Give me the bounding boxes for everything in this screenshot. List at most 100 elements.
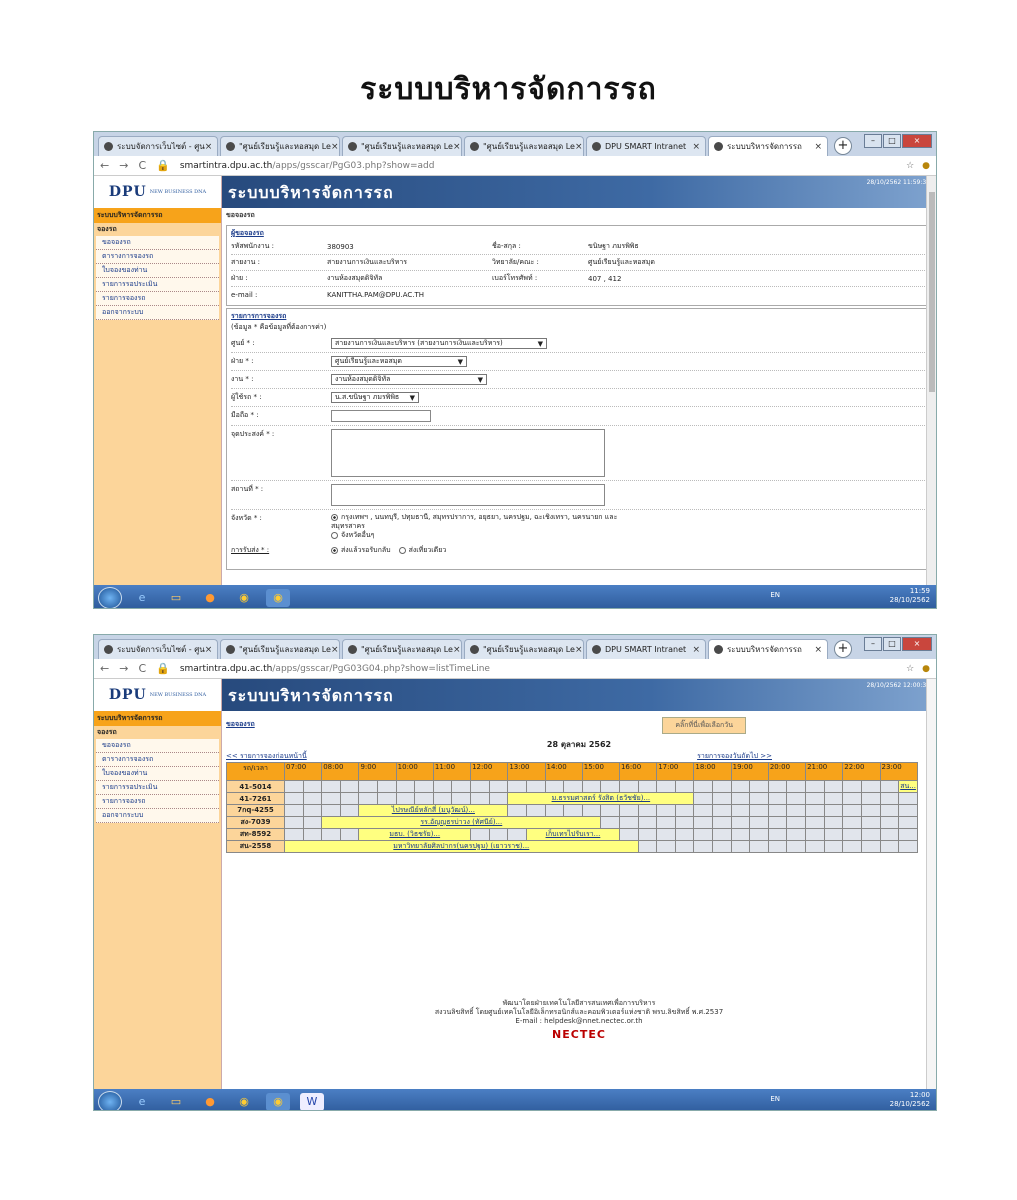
- deliver-option-roundtrip[interactable]: ส่งแล้วรอรับกลับ: [331, 545, 391, 556]
- close-icon[interactable]: ×: [331, 142, 339, 152]
- browser-tab[interactable]: "ศูนย์เรียนรู้และหอสมุด Le ×: [342, 136, 462, 156]
- booking-block[interactable]: รร.อัญญธรบ่าวง (ทัศนีย์)...: [321, 816, 602, 829]
- sidebar-item-pending-review[interactable]: รายการรอประเมิน: [96, 781, 219, 795]
- reload-icon[interactable]: C: [138, 662, 146, 675]
- purpose-textarea[interactable]: [331, 429, 605, 477]
- folder-icon[interactable]: ▭: [164, 589, 188, 607]
- close-icon[interactable]: ×: [205, 142, 213, 152]
- ie-icon[interactable]: e: [130, 1093, 154, 1111]
- firefox-icon[interactable]: ●: [198, 589, 222, 607]
- province-option-other[interactable]: จังหวัดอื่นๆ: [331, 531, 651, 540]
- profile-icon[interactable]: ●: [922, 664, 930, 674]
- sidebar-item-logout[interactable]: ออกจากระบบ: [96, 306, 219, 320]
- close-icon[interactable]: ×: [814, 142, 822, 152]
- sidebar-item-logout[interactable]: ออกจากระบบ: [96, 809, 219, 823]
- page-scrollbar[interactable]: [926, 176, 936, 585]
- booking-block[interactable]: สน...: [898, 780, 918, 793]
- language-indicator[interactable]: EN: [770, 591, 780, 600]
- start-button[interactable]: [98, 586, 122, 608]
- forward-icon[interactable]: →: [119, 159, 128, 172]
- url-field[interactable]: smartintra.dpu.ac.th/apps/gsscar/PgG03.p…: [180, 161, 898, 171]
- booking-block[interactable]: มธบ. (วิธชรัย)...: [358, 828, 472, 841]
- booking-block[interactable]: เก็บเทรไปรับเรา...: [525, 828, 620, 841]
- sidebar-item-schedule[interactable]: ตารางการจองรถ: [96, 250, 219, 264]
- sidebar-item-my-bookings[interactable]: ใบจองของท่าน: [96, 264, 219, 278]
- province-option-metro[interactable]: กรุงเทพฯ , นนทบุรี, ปทุมธานี, สมุทรปรากา…: [331, 513, 651, 531]
- close-icon[interactable]: ×: [692, 142, 700, 152]
- browser-tab[interactable]: "ศูนย์เรียนรู้และหอสมุด Le ×: [220, 639, 340, 659]
- deliver-option-oneway[interactable]: ส่งเที่ยวเดียว: [398, 545, 446, 556]
- sidebar-item-bookings[interactable]: รายการจองรถ: [96, 795, 219, 809]
- close-icon[interactable]: ×: [331, 645, 339, 655]
- radio-selected[interactable]: [331, 546, 338, 554]
- radio-selected[interactable]: [331, 513, 338, 521]
- free-slot: [712, 792, 732, 805]
- browser-tab[interactable]: DPU SMART Intranet ×: [586, 136, 706, 156]
- browser-tab[interactable]: "ศูนย์เรียนรู้และหอสมุด Le ×: [342, 639, 462, 659]
- url-field[interactable]: smartintra.dpu.ac.th/apps/gsscar/PgG03G0…: [180, 664, 898, 674]
- close-icon[interactable]: ×: [205, 645, 213, 655]
- forward-icon[interactable]: →: [119, 662, 128, 675]
- back-icon[interactable]: ←: [100, 159, 109, 172]
- browser-tab[interactable]: ระบบจัดการเว็บไซต์ - ศูน ×: [98, 136, 218, 156]
- close-window-button[interactable]: ×: [902, 637, 932, 651]
- prev-day-link[interactable]: << รายการจองก่อนหน้านี้: [226, 751, 307, 762]
- center-select[interactable]: สายงานการเงินและบริหาร (สายงานการเงินและ…: [331, 338, 547, 349]
- close-icon[interactable]: ×: [575, 142, 583, 152]
- work-select[interactable]: งานห้องสมุดดิจิทัล ▼: [331, 374, 487, 385]
- sidebar-item-my-bookings[interactable]: ใบจองของท่าน: [96, 767, 219, 781]
- chrome-icon[interactable]: ◉: [266, 588, 290, 607]
- close-icon[interactable]: ×: [453, 645, 461, 655]
- radio-unselected[interactable]: [398, 546, 406, 554]
- radio-unselected[interactable]: [331, 531, 338, 539]
- maximize-button[interactable]: □: [883, 134, 901, 148]
- booking-block[interactable]: ม.ธรรมศาสตร์ รังสิต (ธวัชชัย)...: [507, 792, 695, 805]
- next-day-link[interactable]: รายการจองวันถัดไป >>: [697, 751, 772, 762]
- reload-icon[interactable]: C: [138, 159, 146, 172]
- browser-tab[interactable]: DPU SMART Intranet ×: [586, 639, 706, 659]
- sidebar-item-request[interactable]: ขอจองรถ: [96, 739, 219, 753]
- chrome-icon[interactable]: ◉: [266, 1092, 290, 1110]
- back-icon[interactable]: ←: [100, 662, 109, 675]
- car-user-select[interactable]: น.ส.ขนิษฐา ภมรพิพิธ ▼: [331, 392, 419, 403]
- scrollbar-thumb[interactable]: [929, 192, 935, 392]
- browser-tab[interactable]: "ศูนย์เรียนรู้และหอสมุด Le ×: [220, 136, 340, 156]
- close-icon[interactable]: ×: [814, 645, 822, 655]
- sidebar-item-bookings[interactable]: รายการจองรถ: [96, 292, 219, 306]
- sidebar-item-request[interactable]: ขอจองรถ: [96, 236, 219, 250]
- start-button[interactable]: [98, 1090, 122, 1110]
- close-icon[interactable]: ×: [575, 645, 583, 655]
- ie-icon[interactable]: e: [130, 589, 154, 607]
- close-icon[interactable]: ×: [692, 645, 700, 655]
- chrome-icon[interactable]: ◉: [232, 1093, 256, 1111]
- browser-tab[interactable]: ระบบจัดการเว็บไซต์ - ศูน ×: [98, 639, 218, 659]
- new-tab-button[interactable]: +: [834, 137, 852, 155]
- browser-tab-active[interactable]: ระบบบริหารจัดการรถ ×: [708, 639, 828, 659]
- sidebar-item-schedule[interactable]: ตารางการจองรถ: [96, 753, 219, 767]
- browser-tab[interactable]: "ศูนย์เรียนรู้และหอสมุด Le ×: [464, 136, 584, 156]
- booking-block[interactable]: มหาวิทยาลัยศิลปากร(นครปฐม) (เยาวราช)...: [284, 840, 639, 853]
- profile-icon[interactable]: ●: [922, 161, 930, 171]
- breadcrumb[interactable]: ขอจองรถ: [222, 717, 936, 732]
- maximize-button[interactable]: □: [883, 637, 901, 651]
- mobile-input[interactable]: [331, 410, 431, 422]
- browser-tab-active[interactable]: ระบบบริหารจัดการรถ ×: [708, 136, 828, 156]
- pick-date-button[interactable]: คลิ๊กที่นี่เพื่อเลือกวัน: [662, 717, 746, 734]
- new-tab-button[interactable]: +: [834, 640, 852, 658]
- language-indicator[interactable]: EN: [770, 1095, 780, 1104]
- chrome-icon[interactable]: ◉: [232, 589, 256, 607]
- firefox-icon[interactable]: ●: [198, 1093, 222, 1111]
- booking-block[interactable]: ไปรษณีย์หลักสี่ (มนูวัฒน์)...: [358, 804, 509, 817]
- word-icon[interactable]: W: [300, 1092, 324, 1110]
- folder-icon[interactable]: ▭: [164, 1093, 188, 1111]
- minimize-button[interactable]: –: [864, 637, 882, 651]
- bookmark-star-icon[interactable]: ☆: [906, 161, 914, 171]
- browser-tab[interactable]: "ศูนย์เรียนรู้และหอสมุด Le ×: [464, 639, 584, 659]
- close-window-button[interactable]: ×: [902, 134, 932, 148]
- close-icon[interactable]: ×: [453, 142, 461, 152]
- dept-select[interactable]: ศูนย์เรียนรู้และหอสมุด ▼: [331, 356, 467, 367]
- sidebar-item-pending-review[interactable]: รายการรอประเมิน: [96, 278, 219, 292]
- minimize-button[interactable]: –: [864, 134, 882, 148]
- bookmark-star-icon[interactable]: ☆: [906, 664, 914, 674]
- place-textarea[interactable]: [331, 484, 605, 506]
